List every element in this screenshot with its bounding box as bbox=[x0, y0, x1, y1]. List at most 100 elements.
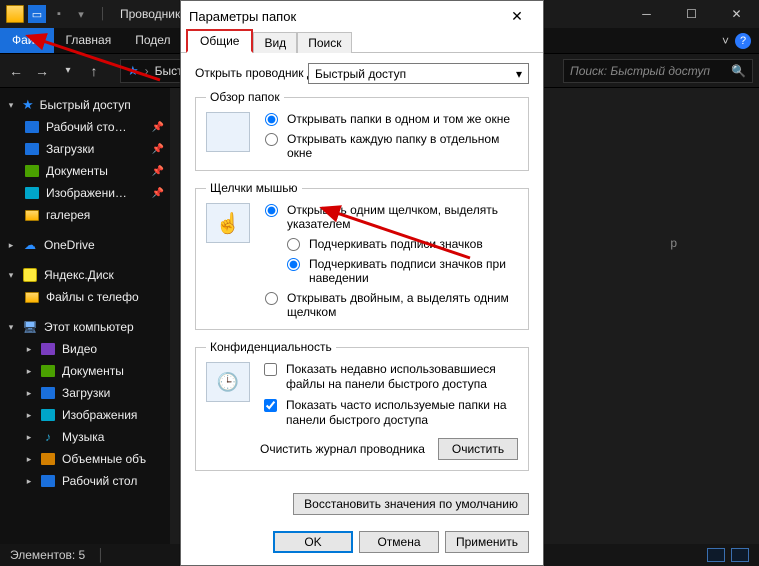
qat-newfolder-icon[interactable]: ▪ bbox=[50, 5, 68, 23]
clear-button[interactable]: Очистить bbox=[438, 438, 518, 460]
stray-column-label: р bbox=[670, 236, 677, 250]
sidebar-item-yadisk-files[interactable]: Файлы с телефо bbox=[0, 286, 170, 308]
folder-options-dialog: Параметры папок ✕ Общие Вид Поиск Открыт… bbox=[180, 0, 544, 566]
ribbon-collapse-icon[interactable]: ˅ bbox=[722, 34, 729, 48]
pin-icon: 📌 bbox=[152, 188, 164, 199]
sidebar-item-label: Документы bbox=[46, 164, 108, 178]
privacy-legend: Конфиденциальность bbox=[206, 340, 336, 354]
open-in-combo[interactable]: Быстрый доступ ▾ bbox=[308, 63, 529, 84]
radio-label: Открывать одним щелчком, выделять указат… bbox=[287, 203, 518, 231]
help-icon[interactable]: ? bbox=[735, 33, 751, 49]
ribbon-tab-file[interactable]: Файл bbox=[0, 28, 54, 53]
sidebar-item-quickaccess[interactable]: ▾★Быстрый доступ bbox=[0, 94, 170, 116]
sidebar-item-label: OneDrive bbox=[44, 238, 95, 252]
browse-legend: Обзор папок bbox=[206, 90, 284, 104]
sidebar-item-label: Файлы с телефо bbox=[46, 290, 139, 304]
explorer-icon bbox=[6, 5, 24, 23]
open-in-label: Открыть проводник для: bbox=[195, 67, 300, 81]
click-icon: ☝ bbox=[206, 203, 250, 243]
minimize-button[interactable]: ─ bbox=[624, 0, 669, 28]
view-details-icon[interactable] bbox=[707, 548, 725, 562]
radio-underline-hover[interactable]: Подчеркивать подписи значков при наведен… bbox=[282, 257, 518, 285]
ribbon-tab-home[interactable]: Главная bbox=[54, 28, 124, 53]
radio-single-click[interactable]: Открывать одним щелчком, выделять указат… bbox=[260, 203, 518, 231]
sidebar-item-videos[interactable]: ▸Видео bbox=[0, 338, 170, 360]
sidebar-item-thispc[interactable]: ▾🖥Этот компьютер bbox=[0, 316, 170, 338]
sidebar-item-label: Музыка bbox=[62, 430, 104, 444]
search-input[interactable]: Поиск: Быстрый доступ 🔍 bbox=[563, 59, 753, 83]
sidebar-item-label: галерея bbox=[46, 208, 90, 222]
browse-group: Обзор папок Открывать папки в одном и то… bbox=[195, 90, 529, 171]
tab-general[interactable]: Общие bbox=[186, 29, 253, 53]
dialog-titlebar: Параметры папок ✕ bbox=[181, 1, 543, 31]
yadisk-icon bbox=[23, 268, 37, 282]
search-icon[interactable]: 🔍 bbox=[731, 64, 746, 78]
check-frequent-folders[interactable]: Показать часто используемые папки на пан… bbox=[260, 398, 518, 428]
radio-label: Открывать каждую папку в отдельном окне bbox=[287, 132, 518, 160]
radio-double-click[interactable]: Открывать двойным, а выделять одним щелч… bbox=[260, 291, 518, 319]
nav-forward-button[interactable]: → bbox=[32, 61, 52, 81]
sidebar-item-label: Документы bbox=[62, 364, 124, 378]
dialog-close-button[interactable]: ✕ bbox=[499, 2, 535, 30]
apply-button[interactable]: Применить bbox=[445, 531, 529, 553]
nav-back-button[interactable]: ← bbox=[6, 61, 26, 81]
tab-view[interactable]: Вид bbox=[253, 32, 297, 53]
browse-icon bbox=[206, 112, 250, 152]
sidebar-item-label: Рабочий сто… bbox=[46, 120, 127, 134]
sidebar: ▾★Быстрый доступ Рабочий сто…📌 Загрузки📌… bbox=[0, 88, 170, 544]
sidebar-item-label: Изображения bbox=[62, 408, 137, 422]
check-label: Показать недавно использовавшиеся файлы … bbox=[286, 362, 518, 392]
sidebar-item-documents2[interactable]: ▸Документы bbox=[0, 360, 170, 382]
close-button[interactable]: ✕ bbox=[714, 0, 759, 28]
window-title: Проводник bbox=[120, 7, 180, 21]
sidebar-item-documents[interactable]: Документы 📌 bbox=[0, 160, 170, 182]
sidebar-item-downloads[interactable]: Загрузки 📌 bbox=[0, 138, 170, 160]
sidebar-item-label: Этот компьютер bbox=[44, 320, 134, 334]
ribbon-tab-share[interactable]: Подел bbox=[123, 28, 182, 53]
qat-dropdown-icon[interactable]: ▾ bbox=[72, 5, 90, 23]
sidebar-item-label: Загрузки bbox=[46, 142, 94, 156]
qat-properties-icon[interactable]: ▭ bbox=[28, 5, 46, 23]
sidebar-item-music[interactable]: ▸♪Музыка bbox=[0, 426, 170, 448]
pin-icon: 📌 bbox=[152, 144, 164, 155]
star-icon: ★ bbox=[22, 97, 34, 113]
sidebar-item-label: Загрузки bbox=[62, 386, 110, 400]
open-in-value: Быстрый доступ bbox=[315, 67, 406, 81]
clear-history-label: Очистить журнал проводника bbox=[260, 442, 425, 456]
restore-defaults-button[interactable]: Восстановить значения по умолчанию bbox=[293, 493, 529, 515]
sidebar-item-volumes[interactable]: ▸Объемные объ bbox=[0, 448, 170, 470]
radio-new-window[interactable]: Открывать каждую папку в отдельном окне bbox=[260, 132, 518, 160]
chevron-down-icon: ▾ bbox=[516, 67, 522, 81]
tab-search[interactable]: Поиск bbox=[297, 32, 352, 53]
sidebar-item-gallery[interactable]: галерея bbox=[0, 204, 170, 226]
pin-icon: 📌 bbox=[152, 166, 164, 177]
view-large-icon[interactable] bbox=[731, 548, 749, 562]
check-recent-files[interactable]: Показать недавно использовавшиеся файлы … bbox=[260, 362, 518, 392]
search-placeholder: Поиск: Быстрый доступ bbox=[570, 64, 710, 78]
sidebar-item-pictures[interactable]: Изображени… 📌 bbox=[0, 182, 170, 204]
nav-recent-dropdown[interactable]: ▾ bbox=[58, 61, 78, 81]
cancel-button[interactable]: Отмена bbox=[359, 531, 439, 553]
dialog-title: Параметры папок bbox=[189, 9, 296, 24]
sidebar-item-label: Быстрый доступ bbox=[40, 98, 131, 112]
radio-underline-always[interactable]: Подчеркивать подписи значков bbox=[282, 237, 518, 251]
sidebar-item-label: Видео bbox=[62, 342, 97, 356]
sidebar-item-label: Изображени… bbox=[46, 186, 127, 200]
status-item-count: Элементов: 5 bbox=[10, 548, 85, 562]
sidebar-item-pictures2[interactable]: ▸Изображения bbox=[0, 404, 170, 426]
sidebar-item-onedrive[interactable]: ▸☁OneDrive bbox=[0, 234, 170, 256]
pc-icon: 🖥 bbox=[22, 319, 38, 335]
ok-button[interactable]: OK bbox=[273, 531, 353, 553]
radio-same-window[interactable]: Открывать папки в одном и том же окне bbox=[260, 112, 518, 126]
radio-label: Открывать двойным, а выделять одним щелч… bbox=[287, 291, 518, 319]
click-group: Щелчки мышью ☝ Открывать одним щелчком, … bbox=[195, 181, 529, 330]
radio-label: Открывать папки в одном и том же окне bbox=[287, 112, 510, 126]
sidebar-item-desktop2[interactable]: ▸Рабочий стол bbox=[0, 470, 170, 492]
radio-label: Подчеркивать подписи значков при наведен… bbox=[309, 257, 518, 285]
sidebar-item-downloads2[interactable]: ▸Загрузки bbox=[0, 382, 170, 404]
sidebar-item-desktop[interactable]: Рабочий сто…📌 bbox=[0, 116, 170, 138]
sidebar-item-yadisk[interactable]: ▾Яндекс.Диск bbox=[0, 264, 170, 286]
nav-up-button[interactable]: ↑ bbox=[84, 61, 104, 81]
music-icon: ♪ bbox=[40, 429, 56, 445]
maximize-button[interactable]: ☐ bbox=[669, 0, 714, 28]
